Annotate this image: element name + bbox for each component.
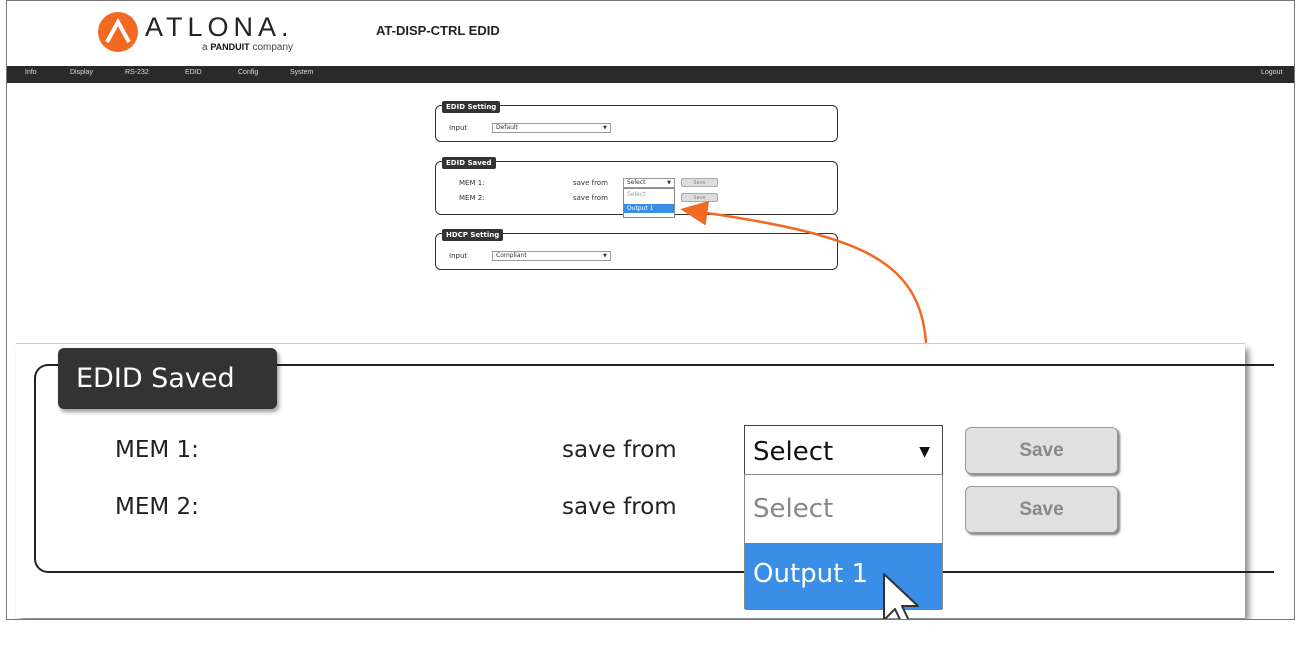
- edid-saved-legend-zoom: EDID Saved: [58, 348, 277, 409]
- mem1-dropdown-small: Select Output 1: [623, 188, 675, 218]
- nav-bar: Info Display RS-232 EDID Config System L…: [7, 66, 1294, 83]
- edid-input-label: Input: [449, 124, 468, 132]
- edid-input-select[interactable]: Default ▼: [492, 123, 611, 133]
- mem2-save-from: save from: [562, 494, 677, 520]
- atlona-logo: ATLONA. a PANDUIT company: [97, 9, 327, 61]
- dropdown-option-output1-small[interactable]: Output 1: [624, 204, 674, 213]
- page-title: AT-DISP-CTRL EDID: [376, 23, 500, 38]
- nav-item-rs232[interactable]: RS-232: [125, 69, 149, 76]
- edid-saved-panel-small: EDID Saved MEM 1: save from Select ▼ Sav…: [435, 157, 838, 218]
- mem2-save-button[interactable]: Save: [965, 486, 1118, 533]
- edid-saved-legend-small: EDID Saved: [442, 157, 496, 169]
- mem2-save-from-small: save from: [573, 194, 608, 202]
- hdcp-input-value: Compliant: [496, 252, 527, 259]
- mem1-select-value: Select: [753, 437, 834, 467]
- dropdown-option-select[interactable]: Select: [745, 489, 942, 529]
- mouse-cursor-icon: [883, 573, 919, 619]
- edid-setting-legend: EDID Setting: [442, 101, 501, 113]
- dropdown-arrow-icon: ▼: [667, 180, 671, 186]
- edid-setting-panel: EDID Setting Input Default ▼: [435, 101, 838, 142]
- mem1-select-small[interactable]: Select ▼: [623, 178, 675, 188]
- dropdown-arrow-icon: ▼: [603, 125, 607, 131]
- mem1-select-value-small: Select: [627, 179, 646, 186]
- dropdown-arrow-icon: ▼: [603, 253, 607, 259]
- mem1-label-small: MEM 1:: [459, 179, 485, 187]
- edid-saved-zoom-callout: EDID Saved MEM 1: save from Select ▼ Sav…: [16, 343, 1274, 619]
- hdcp-input-select[interactable]: Compliant ▼: [492, 251, 611, 261]
- mem2-label: MEM 2:: [115, 494, 199, 520]
- logout-link[interactable]: Logout: [1261, 69, 1282, 76]
- edid-input-value: Default: [496, 124, 518, 131]
- dropdown-option-select-small[interactable]: Select: [624, 190, 674, 199]
- nav-item-edid[interactable]: EDID: [185, 69, 202, 76]
- hdcp-input-label: Input: [449, 252, 468, 260]
- mem1-save-button-small[interactable]: Save: [681, 178, 718, 187]
- logo-mark-icon: [98, 12, 138, 52]
- dropdown-arrow-icon: ▼: [919, 444, 930, 460]
- nav-item-display[interactable]: Display: [70, 69, 93, 76]
- mem2-save-button-small[interactable]: Save: [681, 193, 718, 202]
- logo-text: ATLONA.: [145, 12, 294, 42]
- logo-subtitle: a PANDUIT company: [202, 42, 294, 53]
- mem1-save-button[interactable]: Save: [965, 427, 1118, 474]
- nav-item-info[interactable]: Info: [25, 69, 37, 76]
- nav-item-config[interactable]: Config: [238, 69, 258, 76]
- mem1-save-from-small: save from: [573, 179, 608, 187]
- mem1-save-from: save from: [562, 437, 677, 463]
- hdcp-setting-legend: HDCP Setting: [442, 229, 504, 241]
- mem2-label-small: MEM 2:: [459, 194, 485, 202]
- mem1-label: MEM 1:: [115, 437, 199, 463]
- nav-item-system[interactable]: System: [290, 69, 313, 76]
- mem1-select[interactable]: Select ▼: [744, 425, 943, 476]
- browser-frame: ATLONA. a PANDUIT company AT-DISP-CTRL E…: [6, 0, 1295, 620]
- hdcp-setting-panel: HDCP Setting Input Compliant ▼: [435, 229, 838, 270]
